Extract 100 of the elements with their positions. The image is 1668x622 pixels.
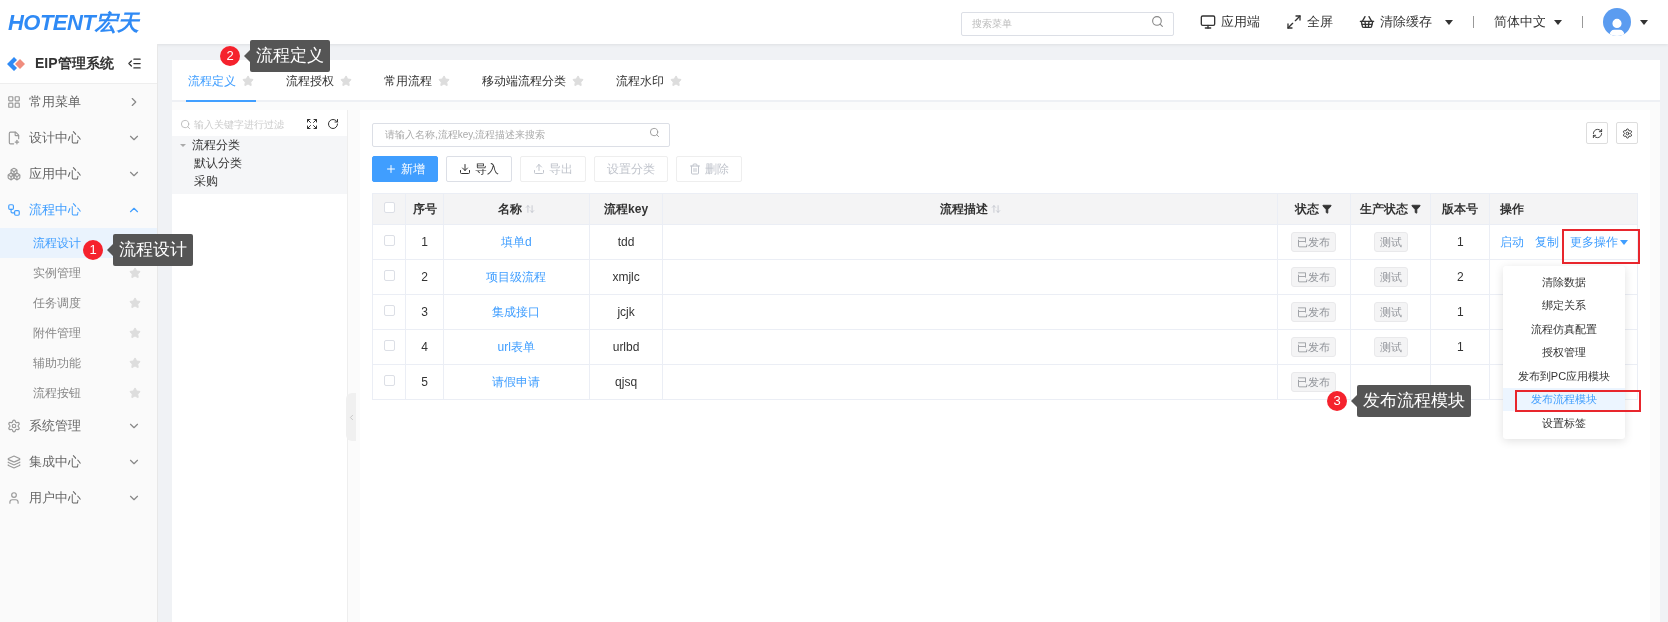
column-header: 流程描述 — [939, 201, 988, 218]
header-action[interactable]: 应用端 — [1200, 12, 1260, 32]
person-icon — [7, 491, 21, 505]
caret-icon — [1620, 239, 1629, 245]
column-header: 流程key — [604, 201, 649, 218]
settings-button[interactable] — [1616, 122, 1638, 144]
table-cell: 1 — [405, 224, 444, 260]
star-icon[interactable] — [340, 75, 352, 87]
state-tag: 测试 — [1373, 267, 1408, 287]
brand-logo: HOTENT宏天 — [8, 8, 139, 37]
menu-item[interactable]: 流程仿真配置 — [1503, 317, 1625, 341]
table-cell: 1 — [1430, 224, 1490, 260]
search-icon — [180, 118, 191, 130]
star-icon[interactable] — [670, 75, 682, 87]
table-cell: qjsq — [589, 364, 663, 400]
sidebar-menu-item[interactable]: 集成中心 — [0, 444, 157, 480]
table-cell: 2 — [1430, 259, 1490, 295]
sort-icon[interactable] — [990, 204, 1001, 214]
tab[interactable]: 常用流程 — [382, 62, 452, 102]
sidebar-menu-item[interactable]: 常用菜单 — [0, 84, 157, 120]
filter-icon[interactable] — [1322, 204, 1333, 214]
column-header: 状态 — [1295, 201, 1320, 218]
sort-icon[interactable] — [524, 204, 535, 214]
row-checkbox[interactable] — [383, 340, 395, 351]
status-tag: 已发布 — [1291, 267, 1337, 287]
column-header: 版本号 — [1442, 201, 1479, 218]
table-cell: 1 — [1430, 294, 1490, 330]
tree-node[interactable]: 采购 — [172, 172, 347, 190]
column-header: 名称 — [497, 201, 522, 218]
collapse-menu-icon[interactable] — [127, 56, 142, 71]
column-header: 序号 — [412, 201, 437, 218]
upload-icon — [533, 163, 545, 175]
sidebar-menu-item[interactable]: 应用中心 — [0, 156, 157, 192]
tree-node[interactable]: 默认分类 — [172, 154, 347, 172]
table-cell: tdd — [589, 224, 663, 260]
refresh-icon[interactable] — [327, 118, 339, 130]
table-cell: jcjk — [589, 294, 663, 330]
select-all-checkbox[interactable] — [383, 202, 395, 213]
gear-icon — [7, 419, 21, 433]
tab[interactable]: 移动端流程分类 — [480, 62, 586, 102]
star-icon[interactable] — [129, 297, 141, 309]
star-icon[interactable] — [129, 267, 141, 279]
callout-tooltip: 发布流程模块 — [1357, 385, 1471, 417]
step-badge: 2 — [220, 46, 240, 66]
document-icon — [7, 131, 21, 145]
user-avatar[interactable] — [1603, 8, 1631, 36]
status-tag: 已发布 — [1291, 302, 1337, 322]
header-action[interactable]: 全屏 — [1286, 12, 1333, 32]
panel-collapse-handle[interactable] — [346, 393, 356, 441]
row-checkbox[interactable] — [383, 375, 395, 386]
row-checkbox[interactable] — [383, 305, 395, 316]
state-tag: 测试 — [1373, 302, 1408, 322]
header-action[interactable]: 清除缓存 — [1359, 12, 1453, 32]
refresh-icon — [1591, 127, 1603, 139]
search-field[interactable]: 请输入名称,流程key,流程描述来搜索 — [372, 122, 670, 147]
state-tag: 测试 — [1373, 232, 1408, 252]
sidebar-menu-item[interactable]: 系统管理 — [0, 408, 157, 444]
plus-icon — [385, 163, 397, 175]
expand-icon[interactable] — [306, 118, 318, 130]
menu-item[interactable]: 设置标签 — [1503, 411, 1625, 435]
language-select[interactable]: 简体中文 — [1494, 12, 1562, 32]
toolbar-button[interactable]: 导入 — [446, 156, 512, 182]
submenu-item[interactable]: 辅助功能 — [0, 348, 157, 378]
star-icon[interactable] — [129, 357, 141, 369]
download-icon — [459, 163, 471, 175]
refresh-button[interactable] — [1586, 122, 1608, 144]
row-checkbox[interactable] — [383, 270, 395, 281]
layers-icon — [7, 455, 21, 469]
caret-icon — [1640, 19, 1648, 25]
basket-icon — [1359, 14, 1375, 30]
star-icon[interactable] — [438, 75, 450, 87]
submenu-item[interactable]: 流程按钮 — [0, 378, 157, 408]
search-icon — [649, 127, 660, 138]
star-icon[interactable] — [129, 327, 141, 339]
row-checkbox[interactable] — [383, 235, 395, 246]
tree-node[interactable]: 流程分类 — [172, 136, 347, 154]
grid-icon — [7, 95, 21, 109]
table-cell: 4 — [405, 329, 444, 365]
table-cell: 2 — [405, 259, 444, 295]
table-cell: urlbd — [589, 329, 663, 365]
star-icon[interactable] — [129, 387, 141, 399]
settings-icon — [1621, 127, 1633, 139]
sidebar-menu-item[interactable]: 用户中心 — [0, 480, 157, 516]
sidebar-menu-item[interactable]: 设计中心 — [0, 120, 157, 156]
system-title: EIP管理系统 — [35, 54, 114, 73]
star-icon[interactable] — [572, 75, 584, 87]
submenu-item[interactable]: 任务调度 — [0, 288, 157, 318]
column-header: 生产状态 — [1360, 201, 1409, 218]
callout-tooltip: 流程定义 — [250, 40, 330, 72]
fullscreen-icon — [1286, 14, 1302, 30]
caret-icon — [1554, 19, 1562, 25]
tab[interactable]: 流程水印 — [614, 62, 684, 102]
star-icon[interactable] — [242, 75, 254, 87]
submenu-item[interactable]: 附件管理 — [0, 318, 157, 348]
table-cell: xmjlc — [589, 259, 663, 295]
state-tag: 测试 — [1373, 337, 1408, 357]
trash-icon — [689, 163, 701, 175]
logo-icon — [7, 56, 27, 71]
filter-icon[interactable] — [1411, 204, 1422, 214]
table-cell: 3 — [405, 294, 444, 330]
